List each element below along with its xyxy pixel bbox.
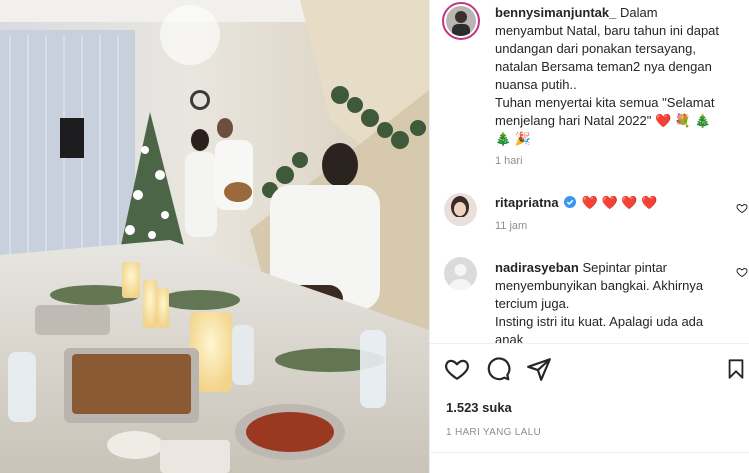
post-action-bar	[430, 356, 749, 386]
commenter-avatar[interactable]	[444, 193, 477, 226]
caption-body-line2: Tuhan menyertai kita semua "Selamat menj…	[495, 95, 715, 146]
comment-time: 11 jam	[495, 220, 528, 232]
share-icon[interactable]	[526, 356, 552, 382]
comment-like-heart-icon[interactable]	[736, 266, 748, 278]
verified-badge-icon	[564, 196, 577, 208]
bookmark-icon[interactable]	[725, 356, 747, 382]
comment-text: nadirasyeban Sepintar pintar menyembunyi…	[495, 259, 725, 343]
post-date: 1 HARI YANG LALU	[446, 427, 542, 438]
comment-text: ritapriatna ❤️ ❤️ ❤️ ❤️	[495, 194, 725, 212]
caption-text: bennysimanjuntak_ Dalam menyambut Natal,…	[495, 4, 725, 148]
party-scene-image	[0, 0, 429, 473]
comment-like-heart-icon[interactable]	[736, 202, 748, 214]
heart-icon[interactable]	[444, 356, 470, 382]
post-details-panel: bennysimanjuntak_ Dalam menyambut Natal,…	[429, 0, 749, 473]
actions-divider	[430, 343, 749, 344]
commenter-username[interactable]: nadirasyeban	[495, 260, 579, 275]
caption-time: 1 hari	[495, 155, 523, 167]
commenter-avatar[interactable]	[444, 257, 477, 290]
comment-body-line2: Insting istri itu kuat. Apalagi uda ada …	[495, 314, 704, 343]
post-photo[interactable]	[0, 0, 429, 473]
comment-body: ❤️ ❤️ ❤️ ❤️	[581, 195, 658, 210]
bottom-divider	[430, 452, 749, 453]
author-username[interactable]: bennysimanjuntak_	[495, 5, 616, 20]
author-avatar-image	[446, 6, 476, 36]
author-avatar[interactable]	[442, 2, 480, 40]
comments-scroll-area[interactable]: bennysimanjuntak_ Dalam menyambut Natal,…	[430, 0, 749, 343]
commenter-username[interactable]: ritapriatna	[495, 195, 559, 210]
comment-icon[interactable]	[485, 356, 511, 382]
likes-count[interactable]: 1.523 suka	[446, 400, 512, 415]
